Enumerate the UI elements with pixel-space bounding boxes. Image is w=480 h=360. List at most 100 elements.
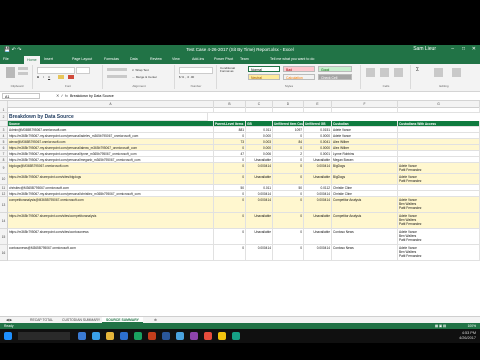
insert-cells-icon[interactable]	[366, 68, 375, 77]
cell-gb[interactable]: Unavailable	[246, 213, 273, 229]
cell-cust[interactable]: BigDogs	[332, 174, 398, 185]
wrap-text-button[interactable]: ↵ Wrap Text	[132, 68, 149, 72]
search-box[interactable]	[18, 332, 70, 340]
cell-gb[interactable]: Unavailable	[246, 174, 273, 185]
cell-ucount[interactable]: 0	[273, 174, 304, 185]
account-name[interactable]: Sam Lieur	[413, 46, 436, 52]
cell-ugb[interactable]: 0.000414	[304, 197, 332, 213]
number-format-icons[interactable]: $ % , .0 .00	[179, 75, 194, 79]
cell-gb[interactable]: 0.000414	[246, 163, 273, 174]
cell-items[interactable]: 0	[214, 197, 246, 213]
style-calculation[interactable]: Calculation	[283, 74, 315, 80]
sheet-title[interactable]: Breakdown by Data Source	[8, 113, 208, 121]
cell-ugb[interactable]: 0.000414	[304, 245, 332, 261]
edge-icon[interactable]	[92, 332, 100, 340]
tab-insert[interactable]: Insert	[44, 57, 53, 61]
cell-access[interactable]: Adele Vance Ben Walters Patti Fernandez	[398, 245, 480, 261]
cell-ugb[interactable]: 0.000414	[304, 163, 332, 174]
cell-ugb[interactable]: Unavailable	[304, 229, 332, 245]
word-icon[interactable]	[162, 332, 170, 340]
autosum-icon[interactable]: Σ	[416, 67, 419, 73]
outlook-icon[interactable]	[120, 332, 128, 340]
font-size-select[interactable]	[76, 67, 90, 74]
app-icon[interactable]	[232, 332, 240, 340]
cell-items[interactable]: 0	[214, 229, 246, 245]
style-neutral[interactable]: Neutral	[248, 74, 280, 80]
cell-access[interactable]: Adele Vance Ben Walters Patti Fernandez	[398, 197, 480, 213]
tab-formulas[interactable]: Formulas	[104, 57, 119, 61]
find-select-icon[interactable]	[452, 68, 461, 77]
cell-ucount[interactable]: 0	[273, 163, 304, 174]
maximize-icon[interactable]: □	[462, 46, 465, 52]
cell-items[interactable]: 0	[214, 213, 246, 229]
bold-icon[interactable]: B	[37, 75, 39, 79]
fill-color-icon[interactable]	[58, 75, 64, 79]
row-header[interactable]: 16	[0, 245, 8, 261]
cell-gb[interactable]: 0.000414	[246, 245, 273, 261]
cell-source[interactable]: https://m365b795067.sharepoint.com/sites…	[8, 174, 214, 185]
tab-data[interactable]: Data	[130, 57, 138, 61]
paste-icon[interactable]	[6, 67, 15, 78]
cut-icon[interactable]	[18, 67, 28, 70]
cell-access[interactable]: Adele Vance Patti Fernandez	[398, 163, 480, 174]
explorer-icon[interactable]	[106, 332, 114, 340]
cell-source[interactable]: bigdogs@M365B795067.onmicrosoft.com	[8, 163, 214, 174]
tab-view[interactable]: View	[172, 57, 180, 61]
sheet-grid[interactable]: 1 2 Breakdown by Data Source Source Parent-L…	[0, 107, 480, 317]
cell-items[interactable]: 0	[214, 163, 246, 174]
cell-ugb[interactable]: Unavailable	[304, 213, 332, 229]
tab-power-pivot[interactable]: Power Pivot	[214, 57, 233, 61]
app-icon[interactable]	[218, 332, 226, 340]
cell-source[interactable]: contosonews@M365B795067.onmicrosoft.com	[8, 245, 214, 261]
row-header[interactable]: 15	[0, 229, 8, 245]
cell-ucount[interactable]: 0	[273, 213, 304, 229]
conditional-formatting-button[interactable]: Conditional Format as	[220, 66, 244, 74]
cell-source[interactable]: competitoranalysis@M365B795067.onmicroso…	[8, 197, 214, 213]
row-header[interactable]: 10	[0, 174, 8, 185]
tab-page-layout[interactable]: Page Layout	[72, 57, 92, 61]
italic-icon[interactable]: I	[43, 75, 44, 79]
tab-home[interactable]: Home	[24, 56, 40, 64]
cell-ucount[interactable]: 0	[273, 245, 304, 261]
cell[interactable]	[214, 107, 246, 113]
minimize-icon[interactable]: –	[451, 46, 454, 52]
name-box[interactable]: A1	[2, 93, 40, 99]
cell-access[interactable]: Adele Vance Ben Walters Patti Fernandez	[398, 213, 480, 229]
cell-items[interactable]: 0	[214, 245, 246, 261]
formula-input[interactable]: Breakdown by Data Source	[70, 94, 114, 98]
align-top-icon[interactable]	[107, 68, 127, 71]
style-check-cell[interactable]: Check Cell	[318, 74, 352, 80]
merge-center-button[interactable]: ↔ Merge & Center	[132, 75, 157, 79]
sort-filter-icon[interactable]	[434, 68, 443, 77]
cell-source[interactable]: https://m365b795067.sharepoint.com/sites…	[8, 229, 214, 245]
close-icon[interactable]: ✕	[472, 46, 476, 52]
cell-gb[interactable]: Unavailable	[246, 229, 273, 245]
row-header[interactable]: 2	[0, 113, 8, 121]
cell-cust[interactable]: Competitor Analysis	[332, 197, 398, 213]
delete-cells-icon[interactable]	[380, 68, 389, 77]
align-left-icon[interactable]	[107, 75, 127, 78]
fx-icon[interactable]: ✕ ✓ fx	[56, 93, 68, 98]
tab-tell-me-what-you-want-to-do[interactable]: Tell me what you want to do	[270, 57, 314, 61]
cell-ucount[interactable]: 0	[273, 229, 304, 245]
cell-access[interactable]: Adele Vance Ben Walters Patti Fernandez	[398, 229, 480, 245]
number-format-select[interactable]	[179, 67, 213, 74]
excel-taskbar-icon[interactable]	[134, 332, 142, 340]
cell[interactable]	[273, 107, 304, 113]
cell-cust[interactable]: Contoso News	[332, 245, 398, 261]
style-bad[interactable]: Bad	[283, 66, 315, 72]
tab-review[interactable]: Review	[150, 57, 162, 61]
copy-icon[interactable]	[18, 72, 28, 75]
style-normal[interactable]: Normal	[248, 66, 280, 72]
cell[interactable]	[304, 107, 332, 113]
font-name-select[interactable]	[37, 67, 75, 74]
tab-add-ins[interactable]: Add-ins	[192, 57, 204, 61]
row-header[interactable]: 13	[0, 197, 8, 213]
row-header[interactable]: 14	[0, 213, 8, 229]
task-view-icon[interactable]	[78, 332, 86, 340]
cell[interactable]	[398, 107, 480, 113]
cell[interactable]	[332, 107, 398, 113]
cell-cust[interactable]: Contoso News	[332, 229, 398, 245]
start-icon[interactable]	[4, 332, 12, 340]
row-header[interactable]: 9	[0, 163, 8, 174]
